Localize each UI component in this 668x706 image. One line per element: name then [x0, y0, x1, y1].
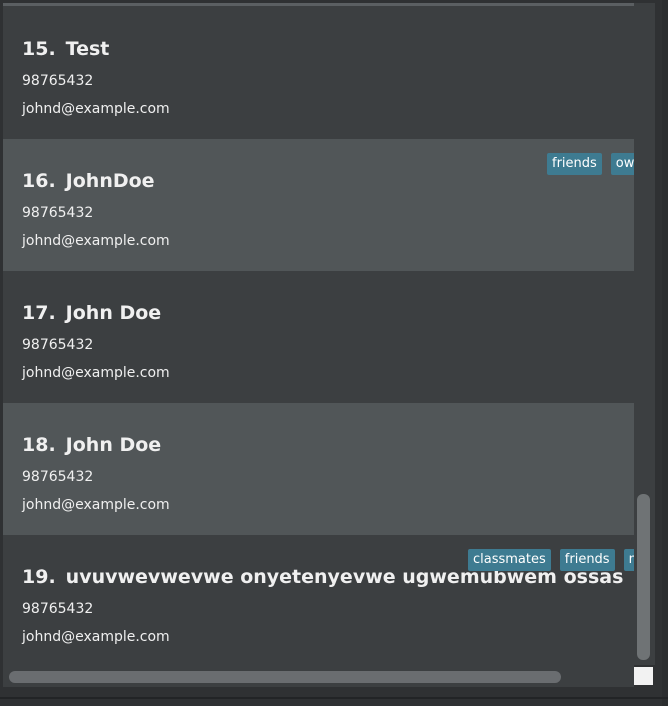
person-index: 17. — [22, 302, 56, 324]
tag-list: classmates friends nei — [468, 549, 634, 571]
person-email: johnd@example.com — [22, 497, 170, 513]
person-phone: 98765432 — [22, 601, 94, 617]
person-index: 16. — [22, 170, 56, 192]
tag: nei — [623, 549, 634, 571]
person-name: 16. JohnDoe — [22, 170, 155, 192]
person-email: johnd@example.com — [22, 233, 170, 249]
scrollbar-corner — [634, 667, 653, 685]
person-name-text: John Doe — [65, 434, 162, 456]
tag: friends — [559, 549, 615, 571]
person-card[interactable]: 17. John Doe 98765432 johnd@example.com — [3, 271, 634, 403]
person-email: johnd@example.com — [22, 629, 170, 645]
tag: classmates — [468, 549, 551, 571]
person-phone: 98765432 — [22, 73, 94, 89]
horizontal-scrollbar-thumb[interactable] — [9, 671, 561, 683]
person-card[interactable]: 18. John Doe 98765432 johnd@example.com — [3, 403, 634, 535]
person-index: 15. — [22, 38, 56, 60]
person-email: johnd@example.com — [22, 365, 170, 381]
tag: owe — [610, 153, 634, 175]
person-email: johnd@example.com — [22, 101, 170, 117]
window-bottom-border — [0, 697, 668, 699]
vertical-scrollbar-thumb[interactable] — [637, 494, 650, 660]
person-card[interactable]: 16. JohnDoe 98765432 johnd@example.com fr… — [3, 139, 634, 271]
person-name-text: JohnDoe — [65, 170, 155, 192]
person-name-text: John Doe — [65, 302, 162, 324]
person-index: 19. — [22, 566, 56, 588]
tag-list: friends owe — [547, 153, 634, 175]
person-index: 18. — [22, 434, 56, 456]
person-name: 18. John Doe — [22, 434, 161, 456]
tag: friends — [547, 153, 602, 175]
person-name: 15. Test — [22, 38, 109, 60]
person-phone: 98765432 — [22, 469, 94, 485]
person-card[interactable]: 19. uvuvwevwevwe onyetenyevwe ugwemubwem … — [3, 535, 634, 665]
window-right-edge — [662, 0, 668, 706]
person-list[interactable]: 15. Test 98765432 johnd@example.com 16. Jo… — [3, 3, 634, 665]
person-name: 17. John Doe — [22, 302, 161, 324]
person-card[interactable]: 15. Test 98765432 johnd@example.com — [3, 7, 634, 139]
list-top-border — [3, 3, 634, 6]
person-name-text: Test — [65, 38, 110, 60]
person-phone: 98765432 — [22, 337, 94, 353]
person-phone: 98765432 — [22, 205, 94, 221]
